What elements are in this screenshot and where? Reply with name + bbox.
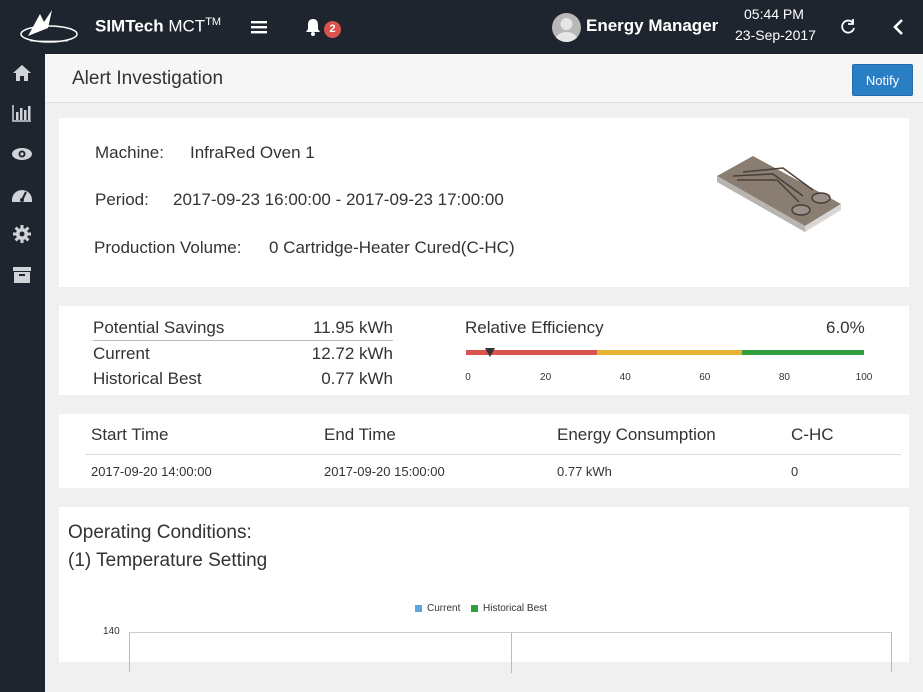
column-header-chc: C-HC <box>791 425 834 444</box>
savings-row-current: Current 12.72 kWh <box>93 344 393 366</box>
column-header-end-time: End Time <box>324 425 396 444</box>
gauge-tick-label: 60 <box>699 372 711 383</box>
home-icon[interactable] <box>11 63 33 83</box>
relative-efficiency-value: 6.0% <box>826 318 865 337</box>
clock-time: 05:44 PM <box>744 6 804 22</box>
gauge-marker-icon <box>484 348 495 357</box>
clock-date: 23-Sep-2017 <box>735 27 816 43</box>
avatar[interactable] <box>552 13 581 42</box>
gauge-tick-label: 40 <box>619 372 631 383</box>
history-table-card: Start Time End Time Energy Consumption C… <box>59 414 909 488</box>
sidebar <box>0 54 45 692</box>
production-volume-value: 0 Cartridge-Heater Cured(C-HC) <box>269 238 515 257</box>
gauge-tick-label: 80 <box>778 372 790 383</box>
machine-info-card: Machine: InfraRed Oven 1 Period: 2017-09… <box>59 118 909 287</box>
chart-gridline <box>511 633 512 673</box>
savings-label: Potential Savings <box>93 318 225 337</box>
legend-historical-best[interactable]: Historical Best <box>471 603 547 614</box>
gauge-tick-label: 0 <box>465 372 471 383</box>
user-name[interactable]: Energy Manager <box>586 16 718 36</box>
savings-card: Potential Savings 11.95 kWh Current 12.7… <box>59 306 909 395</box>
eye-icon[interactable] <box>11 144 33 164</box>
efficiency-gauge <box>466 348 864 357</box>
legend-current-label: Current <box>427 603 461 614</box>
cell-energy: 0.77 kWh <box>557 464 612 479</box>
cell-chc: 0 <box>791 464 799 479</box>
legend-current[interactable]: Current <box>415 603 460 614</box>
user-silhouette-icon <box>555 18 578 42</box>
gauge-tick-label: 100 <box>855 372 873 383</box>
column-header-energy: Energy Consumption <box>557 425 716 444</box>
table-header-divider <box>85 454 901 455</box>
savings-divider <box>93 340 393 341</box>
page-title: Alert Investigation <box>72 68 224 89</box>
top-bar: SIMTech MCTTM 2 Energy Manager 05:44 PM … <box>0 0 923 54</box>
chevron-left-icon[interactable] <box>890 17 908 37</box>
production-volume-label: Production Volume: <box>94 238 242 257</box>
legend-swatch <box>471 604 478 612</box>
machine-value: InfraRed Oven 1 <box>190 143 315 162</box>
savings-value: 11.95 kWh <box>312 318 393 337</box>
hamburger-menu-icon[interactable] <box>250 19 268 35</box>
gauge-green-zone <box>742 350 864 355</box>
app-name: SIMTech <box>95 16 164 36</box>
page-header: Alert Investigation Notify <box>45 54 923 103</box>
gauge-yellow-zone <box>597 350 742 355</box>
app-suffix: MCT <box>163 16 206 36</box>
machine-label: Machine: <box>95 143 164 162</box>
current-value: 12.72 kWh <box>311 344 393 363</box>
historical-best-value: 0.77 kWh <box>321 369 393 388</box>
notify-button[interactable]: Notify <box>852 64 913 96</box>
archive-icon[interactable] <box>11 265 33 285</box>
simtech-logo-icon <box>20 10 78 43</box>
legend-swatch <box>415 604 422 612</box>
cell-end-time: 2017-09-20 15:00:00 <box>324 464 445 479</box>
savings-row-potential: Potential Savings 11.95 kWh <box>93 318 393 340</box>
gear-icon[interactable] <box>11 224 33 244</box>
cell-start-time: 2017-09-20 14:00:00 <box>91 464 212 479</box>
trademark: TM <box>205 16 222 28</box>
period-label: Period: <box>95 190 149 209</box>
refresh-icon[interactable] <box>838 17 858 37</box>
operating-conditions-title: Operating Conditions: <box>68 522 252 543</box>
temperature-chart-area <box>129 632 892 673</box>
bell-icon[interactable] <box>303 17 323 37</box>
gauge-tick-label: 20 <box>540 372 552 383</box>
y-axis-tick: 140 <box>103 626 120 637</box>
bar-chart-icon[interactable] <box>11 103 33 123</box>
savings-row-historical: Historical Best 0.77 kWh <box>93 369 393 391</box>
legend-historical-best-label: Historical Best <box>483 603 547 614</box>
historical-best-label: Historical Best <box>93 369 202 388</box>
temperature-setting-subtitle: (1) Temperature Setting <box>68 550 268 571</box>
notification-badge[interactable]: 2 <box>324 21 341 38</box>
current-label: Current <box>93 344 150 363</box>
machine-image <box>717 156 841 232</box>
relative-efficiency-label: Relative Efficiency <box>465 318 604 337</box>
period-value: 2017-09-23 16:00:00 - 2017-09-23 17:00:0… <box>173 190 504 209</box>
operating-conditions-card: Operating Conditions: (1) Temperature Se… <box>59 507 909 673</box>
column-header-start-time: Start Time <box>91 425 169 444</box>
app-title: SIMTech MCTTM <box>95 16 221 37</box>
dashboard-gauge-icon[interactable] <box>11 185 33 205</box>
